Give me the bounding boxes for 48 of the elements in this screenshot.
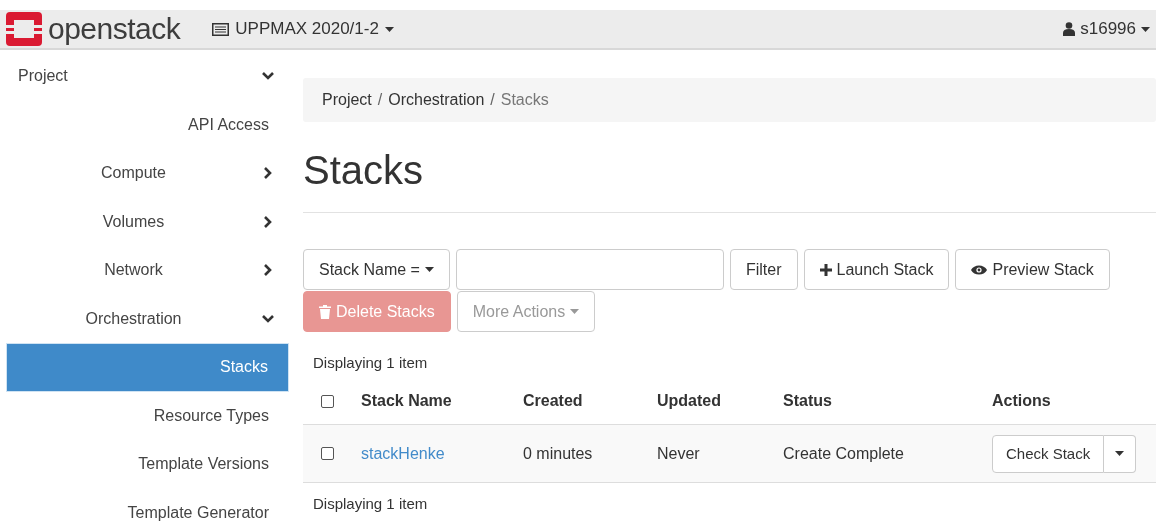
list-icon — [212, 22, 230, 36]
item-count: Displaying 1 item — [313, 495, 429, 514]
caret-icon — [1115, 451, 1125, 456]
caret-icon — [384, 26, 394, 32]
column-header: Stack Name — [361, 392, 452, 409]
sidebar-item[interactable]: Template Generator — [6, 488, 289, 529]
user-menu[interactable]: s16996 — [1063, 19, 1150, 39]
filter-button[interactable]: Filter — [729, 249, 798, 290]
row-checkbox[interactable] — [321, 447, 334, 460]
brand-name: openstack — [48, 12, 181, 46]
project-dropdown[interactable]: UPPMAX 2020/1-2 — [212, 19, 394, 39]
sidebar-item[interactable]: Compute — [6, 149, 289, 198]
caret-icon — [424, 267, 434, 272]
sidebar-item[interactable]: Orchestration — [6, 294, 289, 343]
sidebar-item[interactable]: Stacks — [6, 343, 289, 392]
preview-button[interactable]: Preview Stack — [955, 249, 1110, 290]
column-header: Status — [783, 392, 832, 409]
table-cell: Create Complete — [783, 444, 904, 462]
sidebar-item[interactable]: API Access — [6, 100, 289, 149]
plus-icon — [819, 263, 832, 276]
sidebar-item[interactable]: Template Versions — [6, 440, 289, 489]
page-title: Stacks — [303, 148, 425, 194]
sidebar-item[interactable]: Volumes — [6, 197, 289, 246]
breadcrumb-item: Stacks — [500, 91, 549, 109]
breadcrumb-separator: / — [490, 91, 495, 109]
filter-select[interactable]: Stack Name = — [303, 249, 450, 290]
item-count: Displaying 1 item — [313, 354, 429, 373]
column-header: Updated — [657, 392, 721, 409]
filter-input[interactable] — [455, 249, 724, 290]
breadcrumb-separator: / — [377, 91, 383, 109]
table-cell: Never — [657, 444, 700, 462]
select-all-checkbox[interactable] — [321, 394, 334, 408]
caret-icon — [570, 309, 580, 314]
sidebar-item[interactable]: Resource Types — [6, 391, 289, 440]
stack-link[interactable]: stackHenke — [361, 444, 445, 462]
breadcrumb-item[interactable]: Orchestration — [388, 91, 485, 109]
launch-button[interactable]: Launch Stack — [803, 249, 950, 290]
breadcrumb-item[interactable]: Project — [322, 91, 372, 109]
sidebar-item[interactable]: Project — [6, 52, 289, 101]
column-header: Actions — [992, 392, 1051, 409]
table-cell: 0 minutes — [523, 444, 593, 462]
sidebar-item[interactable]: Network — [6, 246, 289, 295]
caret-icon — [1141, 26, 1150, 32]
user-icon — [1063, 22, 1076, 36]
column-header: Created — [523, 392, 583, 409]
trash-icon — [319, 304, 331, 319]
check-stack-button[interactable]: Check Stack — [992, 434, 1105, 473]
eye-icon — [971, 264, 988, 275]
